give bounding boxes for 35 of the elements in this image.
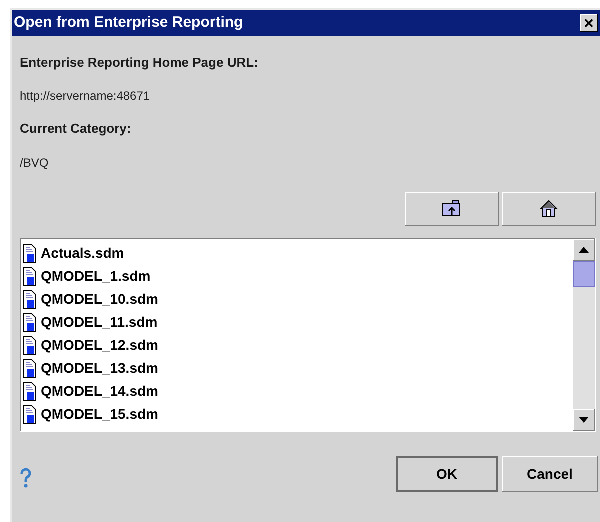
url-label: Enterprise Reporting Home Page URL:: [20, 54, 260, 69]
document-icon: [23, 312, 37, 332]
dialog-button[interactable]: OK: [396, 456, 498, 492]
vertical-scrollbar[interactable]: [573, 239, 595, 431]
category-label: Current Category:: [20, 120, 132, 135]
document-icon: [23, 290, 37, 310]
help-icon: [20, 468, 32, 488]
file-item[interactable]: QMODEL_11.sdm: [23, 311, 573, 334]
up-arrow-icon: [579, 247, 589, 253]
down-arrow-icon: [579, 417, 589, 423]
file-item[interactable]: QMODEL_12.sdm: [23, 334, 573, 357]
folder-up-icon: [442, 200, 462, 218]
category-value: /BVQ: [20, 155, 50, 170]
house-icon: [540, 200, 558, 218]
scroll-up-button[interactable]: [573, 239, 595, 261]
file-item[interactable]: Actuals.sdm: [23, 242, 573, 265]
document-icon: [23, 382, 37, 402]
scroll-thumb[interactable]: [573, 261, 595, 287]
document-icon: [23, 404, 37, 424]
file-item[interactable]: QMODEL_10.sdm: [23, 288, 573, 311]
dialog-button[interactable]: Cancel: [502, 456, 598, 492]
up-folder-button[interactable]: [405, 192, 499, 226]
document-icon: [23, 358, 37, 378]
url-value: http://servername:48671: [20, 88, 152, 103]
document-icon: [23, 266, 37, 286]
file-item[interactable]: QMODEL_15.sdm: [23, 403, 573, 426]
file-item[interactable]: QMODEL_14.sdm: [23, 380, 573, 403]
close-button[interactable]: ×: [580, 14, 598, 32]
file-item[interactable]: QMODEL_13.sdm: [23, 357, 573, 380]
scroll-down-button[interactable]: [573, 409, 595, 431]
file-item[interactable]: QMODEL_1.sdm: [23, 265, 573, 288]
window-title: Open from Enterprise Reporting: [14, 12, 244, 33]
document-icon: [23, 244, 37, 264]
document-icon: [23, 336, 37, 356]
home-button[interactable]: [502, 192, 596, 226]
